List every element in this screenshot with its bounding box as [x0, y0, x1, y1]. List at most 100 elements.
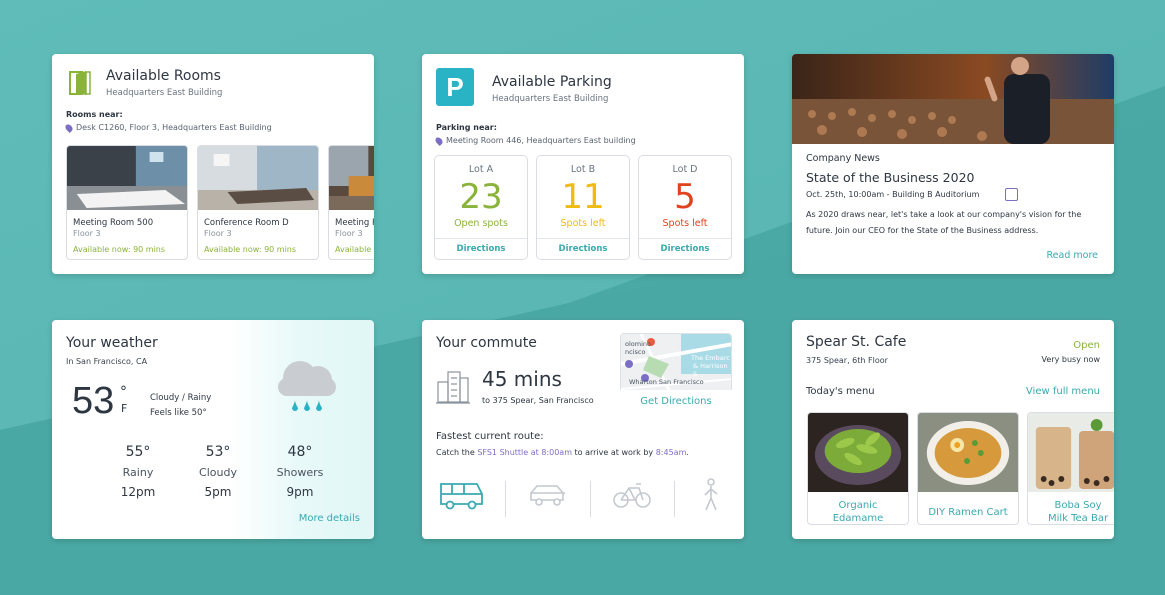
forecast-time: 12pm — [120, 485, 156, 499]
rooms-subtitle: Headquarters East Building — [106, 88, 223, 98]
news-date: Oct. 25th, 10:00am - Building B Auditori… — [806, 190, 980, 199]
parking-near-value: Meeting Room 446, Headquarters East buil… — [434, 135, 636, 146]
cafe-busy: Very busy now — [1041, 355, 1100, 364]
temp-unit: F — [121, 402, 128, 415]
menu-item-card[interactable]: DIY Ramen Cart — [917, 412, 1019, 525]
lot-directions-link[interactable]: Directions — [537, 238, 629, 259]
room-availability: Available — [335, 245, 372, 254]
lot-label: Open spots — [454, 218, 508, 229]
get-directions-button[interactable]: Get Directions — [620, 390, 732, 413]
menu-item-line: Organic — [838, 500, 878, 511]
room-floor: Floor 3 — [73, 229, 101, 238]
map-label: olomino — [625, 340, 651, 348]
forecast-time: 9pm — [286, 485, 314, 499]
room-photo — [198, 146, 318, 210]
divider — [674, 481, 675, 517]
room-availability: Available now: 90 mins — [204, 245, 297, 254]
car-icon[interactable] — [528, 478, 568, 510]
current-temp: 53 — [72, 380, 115, 422]
lot-name: Lot A — [468, 164, 494, 175]
room-name: Meeting Room 500 — [73, 218, 154, 228]
bus-icon[interactable] — [438, 478, 484, 510]
available-rooms-card: Available Rooms Headquarters East Buildi… — [52, 54, 374, 274]
news-photo — [792, 54, 1114, 144]
rooms-near-value: Desk C1260, Floor 3, Headquarters East B… — [64, 122, 272, 133]
map-label: The Embarc — [691, 354, 730, 362]
route-label: Fastest current route: — [436, 431, 544, 442]
room-floor: Floor 3 — [204, 229, 232, 238]
room-card[interactable]: Meeting R Floor 3 Available — [328, 145, 374, 260]
read-more-link[interactable]: Read more — [1047, 250, 1099, 261]
map-label: & Harrison S — [693, 362, 728, 378]
rain-cloud-icon — [278, 361, 336, 411]
parking-lot-card: Lot A 23 Open spots Directions — [434, 155, 528, 260]
forecast-item: 53° Cloudy 5pm — [188, 444, 248, 499]
route-text-part: Catch the — [436, 448, 478, 457]
available-parking-card: P Available Parking Headquarters East Bu… — [422, 54, 744, 274]
ramen-photo — [918, 413, 1018, 492]
rooms-near-label: Rooms near: — [66, 110, 123, 119]
cafe-address: 375 Spear, 6th Floor — [806, 356, 888, 365]
boba-tea-photo — [1028, 413, 1114, 492]
divider — [590, 481, 591, 517]
rooms-title: Available Rooms — [106, 68, 221, 84]
lot-directions-link[interactable]: Directions — [435, 238, 527, 259]
room-card[interactable]: Conference Room D Floor 3 Available now:… — [197, 145, 319, 260]
news-title[interactable]: State of the Business 2020 — [806, 170, 974, 185]
rooms-near-text: Desk C1260, Floor 3, Headquarters East B… — [76, 123, 272, 132]
location-pin-icon — [64, 122, 74, 133]
menu-item-line: Milk Tea Bar — [1047, 513, 1109, 524]
feels-like: Feels like 50° — [150, 408, 207, 418]
forecast-condition: Showers — [276, 466, 324, 479]
parking-near-text: Meeting Room 446, Headquarters East buil… — [446, 136, 636, 145]
parking-near-label: Parking near: — [436, 123, 497, 132]
parking-icon: P — [436, 68, 474, 106]
room-name: Meeting R — [335, 218, 374, 228]
lot-label: Spots left — [560, 218, 606, 229]
bike-icon[interactable] — [612, 478, 652, 510]
menu-item-card[interactable]: Organic Edamame — [807, 412, 909, 525]
walk-icon[interactable] — [700, 478, 722, 512]
room-name: Conference Room D — [204, 218, 289, 228]
route-text-part: to arrive at work by — [571, 448, 656, 457]
add-to-calendar-icon[interactable] — [1005, 188, 1018, 201]
news-category: Company News — [806, 153, 880, 164]
room-photo — [67, 146, 187, 210]
room-availability: Available now: 90 mins — [73, 245, 166, 254]
weather-condition: Cloudy / Rainy — [150, 393, 212, 403]
parking-title: Available Parking — [492, 74, 612, 90]
lot-directions-link[interactable]: Directions — [639, 238, 731, 259]
map-label: Wharton San Francisco — [629, 378, 704, 386]
lot-label: Spots left — [662, 218, 708, 229]
more-details-link[interactable]: More details — [299, 513, 360, 524]
commute-card: Your commute olomino ncisco The Embarc &… — [422, 320, 744, 539]
forecast-temp: 48° — [287, 444, 313, 460]
route-shuttle-link[interactable]: SFS1 Shuttle at 8:00am — [477, 448, 572, 457]
weather-card: Your weather In San Francisco, CA 53 ° F… — [52, 320, 374, 539]
buildings-icon — [436, 371, 470, 404]
location-pin-icon — [434, 135, 444, 146]
edamame-photo — [808, 413, 908, 492]
cafe-title: Spear St. Cafe — [806, 334, 907, 350]
parking-lot-card: Lot B 11 Spots left Directions — [536, 155, 630, 260]
room-floor: Floor 3 — [335, 229, 363, 238]
cafe-card: Spear St. Cafe 375 Spear, 6th Floor Open… — [792, 320, 1114, 539]
menu-item-card[interactable]: Boba Soy Milk Tea Bar — [1027, 412, 1114, 525]
menu-item-name: Organic Edamame — [808, 496, 908, 524]
forecast-time: 5pm — [204, 485, 232, 499]
view-full-menu-link[interactable]: View full menu — [1026, 386, 1100, 397]
map-label: ncisco — [625, 348, 646, 356]
menu-label: Today's menu — [806, 386, 875, 397]
commute-time: 45 mins — [482, 367, 562, 391]
forecast-temp: 55° — [125, 444, 151, 460]
weather-location: In San Francisco, CA — [66, 357, 148, 366]
route-text: Catch the SFS1 Shuttle at 8:00am to arri… — [436, 448, 689, 457]
lot-count: 23 — [459, 177, 503, 217]
room-card[interactable]: Meeting Room 500 Floor 3 Available now: … — [66, 145, 188, 260]
commute-title: Your commute — [436, 335, 537, 351]
divider — [505, 481, 506, 517]
menu-item-line: Boba Soy — [1054, 500, 1102, 511]
company-news-card: Company News State of the Business 2020 … — [792, 54, 1114, 274]
menu-item-line: Edamame — [832, 513, 884, 524]
lot-count: 5 — [674, 177, 696, 217]
